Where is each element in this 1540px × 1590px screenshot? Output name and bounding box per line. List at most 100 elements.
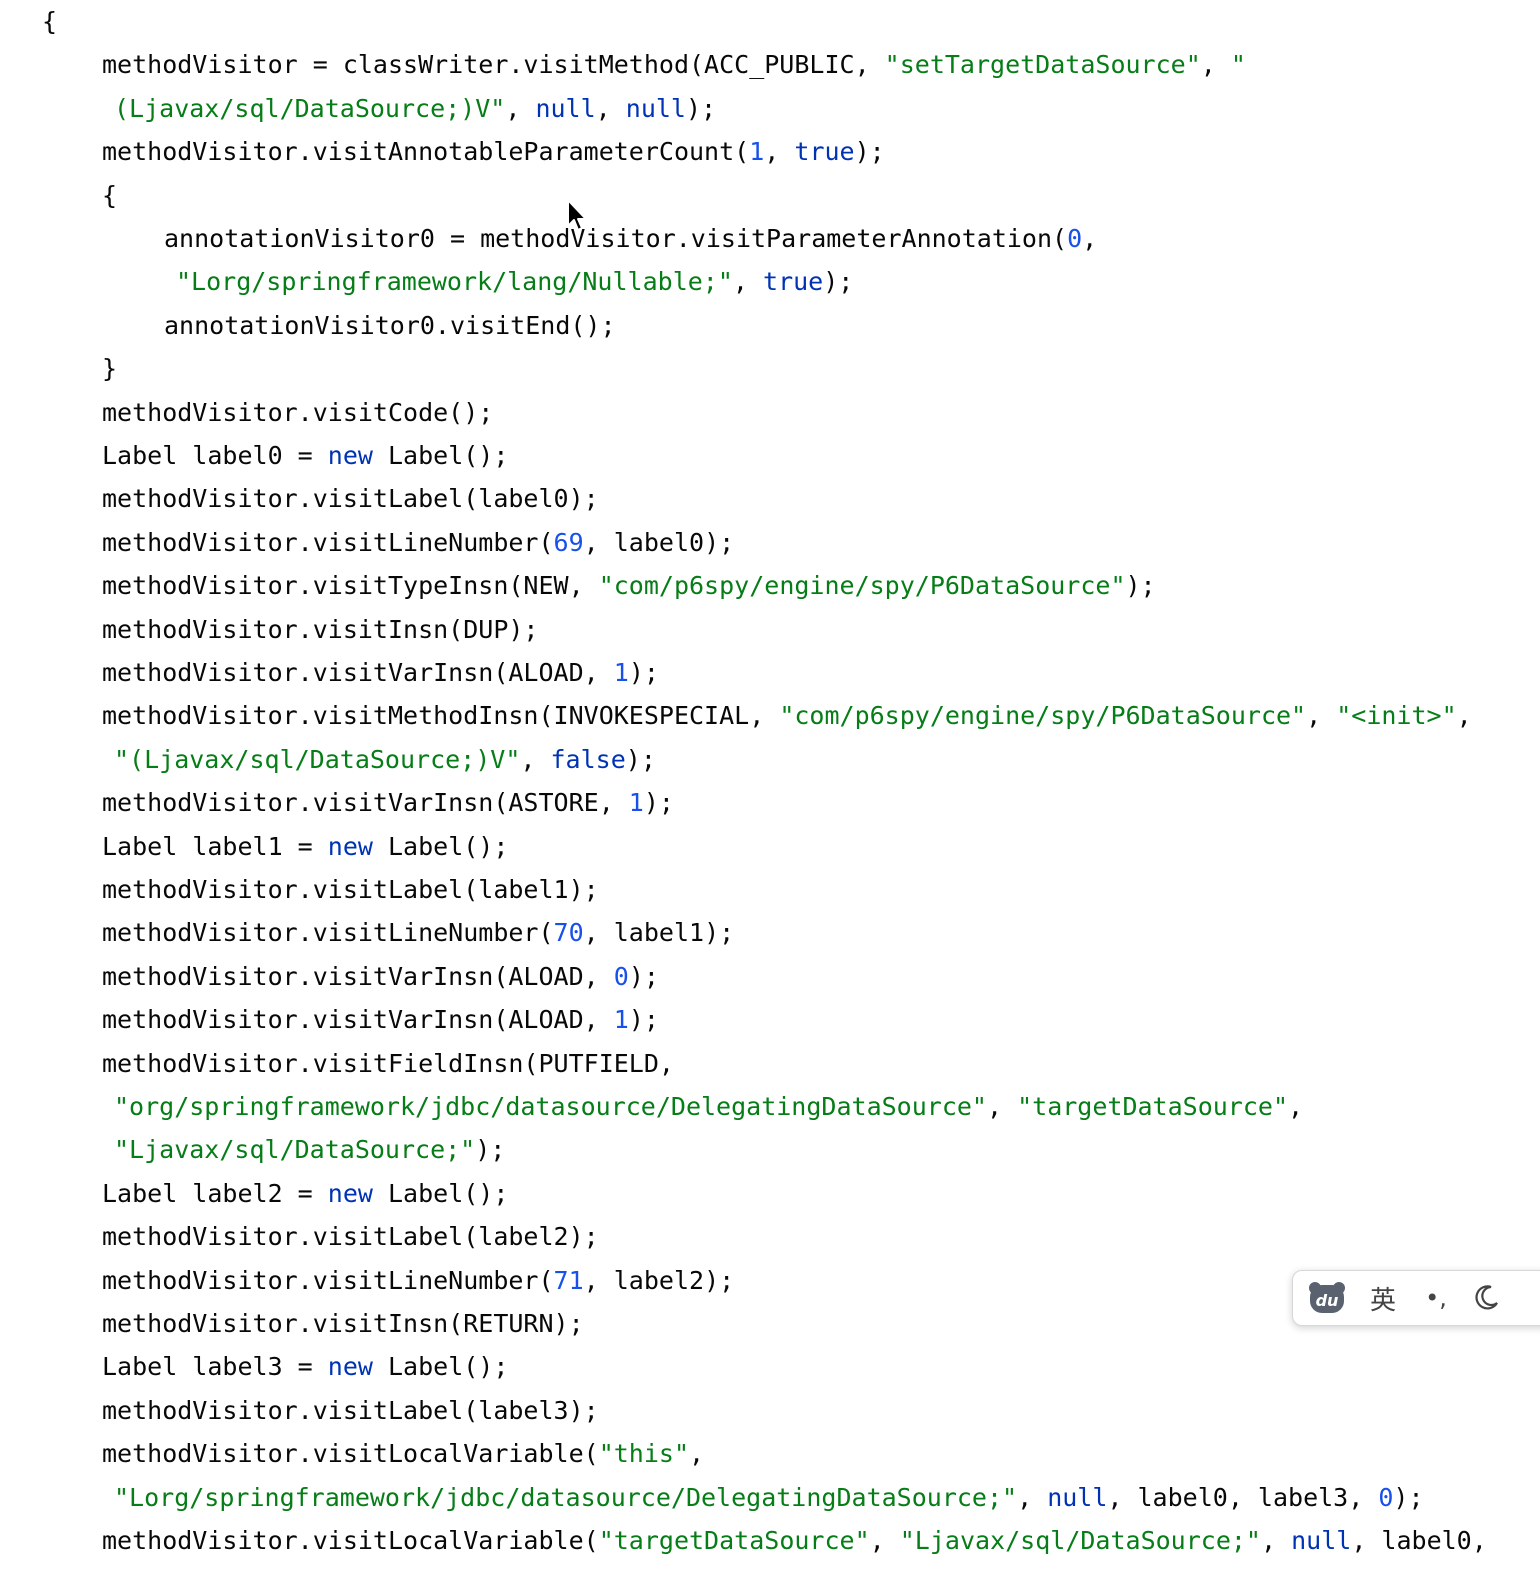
code-line[interactable]: { <box>102 174 117 217</box>
ime-language-toggle[interactable]: 英 <box>1365 1278 1401 1318</box>
code-line[interactable]: methodVisitor.visitLineNumber(71, label2… <box>102 1259 734 1302</box>
code-line[interactable]: methodVisitor.visitMethodInsn(INVOKESPEC… <box>102 694 1472 737</box>
code-token-keyword: null <box>535 93 596 123</box>
code-line[interactable]: "Lorg/springframework/lang/Nullable;", t… <box>176 260 853 303</box>
code-token-plain: , label0, <box>1351 1526 1487 1555</box>
code-line[interactable]: methodVisitor.visitVarInsn(ALOAD, 1); <box>102 651 659 694</box>
code-token-string: "Ljavax/sql/DataSource;" <box>114 1135 476 1165</box>
code-line[interactable]: methodVisitor.visitFieldInsn(PUTFIELD, <box>102 1042 674 1085</box>
code-token-plain: , <box>1260 1526 1292 1555</box>
code-token-string: "org/springframework/jdbc/datasource/Del… <box>114 1092 987 1121</box>
code-token-plain: annotationVisitor0 = methodVisitor.visit… <box>164 224 1068 253</box>
code-editor[interactable]: { methodVisitor = classWriter.visitMethod… <box>0 0 1540 1590</box>
code-token-number: 1 <box>749 137 765 167</box>
code-token-plain: Label(); <box>372 1352 509 1382</box>
code-line[interactable]: (Ljavax/sql/DataSource;)V", null, null); <box>114 87 716 130</box>
code-line[interactable]: Label label3 = new Label(); <box>102 1345 508 1388</box>
code-token-plain: , <box>1082 224 1098 253</box>
code-line[interactable]: methodVisitor.visitInsn(DUP); <box>102 608 539 651</box>
code-line[interactable]: methodVisitor.visitVarInsn(ALOAD, 0); <box>102 955 659 998</box>
code-token-plain: , <box>1456 701 1472 731</box>
code-line[interactable]: methodVisitor = classWriter.visitMethod(… <box>102 43 1246 86</box>
code-token-plain: methodVisitor.visitVarInsn(ALOAD, <box>102 1005 614 1035</box>
code-token-number: 69 <box>553 527 584 557</box>
code-line[interactable]: "(Ljavax/sql/DataSource;)V", false); <box>114 738 656 781</box>
code-line[interactable]: "org/springframework/jdbc/datasource/Del… <box>114 1085 1303 1128</box>
code-token-plain: , <box>764 137 795 167</box>
code-token-plain: , label0, label3, <box>1107 1482 1379 1512</box>
code-token-plain: Label(); <box>372 441 509 470</box>
code-token-keyword: true <box>763 267 824 297</box>
code-token-string: "Lorg/springframework/lang/Nullable;" <box>176 267 733 297</box>
code-token-plain: , <box>689 1439 705 1469</box>
code-token-number: 1 <box>613 658 629 687</box>
code-token-plain: ); <box>854 137 885 167</box>
code-line[interactable]: methodVisitor.visitLabel(label1); <box>102 868 599 911</box>
code-token-plain: , <box>1200 50 1231 80</box>
ime-logo-text: du <box>1316 1291 1339 1310</box>
code-line[interactable]: methodVisitor.visitAnnotableParameterCou… <box>102 130 885 173</box>
code-line[interactable]: methodVisitor.visitLineNumber(69, label0… <box>102 521 734 564</box>
code-token-plain: , <box>595 93 626 123</box>
code-token-keyword: new <box>327 1352 373 1382</box>
code-token-keyword: new <box>327 441 373 470</box>
code-token-plain: Label label0 = <box>102 441 328 470</box>
code-line[interactable]: methodVisitor.visitVarInsn(ALOAD, 1); <box>102 998 659 1041</box>
baidu-paw-icon: du <box>1309 1282 1345 1313</box>
code-line[interactable]: Label label2 = new Label(); <box>102 1172 508 1215</box>
ime-toolbar[interactable]: du 英 •, <box>1292 1270 1540 1326</box>
code-token-plain: methodVisitor.visitLocalVariable( <box>102 1526 599 1555</box>
code-line[interactable]: methodVisitor.visitLabel(label2); <box>102 1215 599 1258</box>
code-token-plain: , label2); <box>583 1265 735 1295</box>
code-token-plain: { <box>42 7 58 36</box>
code-token-string: "<init>" <box>1336 701 1457 731</box>
ime-theme-button[interactable] <box>1471 1278 1501 1318</box>
code-token-number: 0 <box>1067 224 1083 253</box>
code-token-number: 0 <box>613 961 629 991</box>
code-token-plain: } <box>102 354 118 384</box>
code-token-string: "this" <box>598 1439 690 1469</box>
code-line[interactable]: methodVisitor.visitLabel(label0); <box>102 477 599 520</box>
code-token-string: "setTargetDataSource" <box>884 50 1201 80</box>
code-line[interactable]: annotationVisitor0.visitEnd(); <box>164 304 616 347</box>
code-token-number: 70 <box>553 918 584 948</box>
code-token-plain: , <box>869 1526 900 1555</box>
code-token-string: " <box>1230 50 1246 80</box>
code-token-plain: , <box>505 93 536 123</box>
code-token-number: 1 <box>628 788 644 818</box>
code-line[interactable]: methodVisitor.visitLocalVariable("this", <box>102 1432 704 1475</box>
code-line[interactable]: methodVisitor.visitLabel(label3); <box>102 1389 599 1432</box>
code-token-plain: ); <box>625 744 656 774</box>
code-line[interactable]: "Ljavax/sql/DataSource;"); <box>114 1128 505 1171</box>
code-line[interactable]: { <box>42 0 57 43</box>
code-token-plain: Label label3 = <box>102 1352 328 1382</box>
code-line[interactable]: } <box>102 347 117 390</box>
code-line[interactable]: methodVisitor.visitLineNumber(70, label1… <box>102 911 734 954</box>
code-token-keyword: false <box>550 744 626 774</box>
code-token-plain: methodVisitor.visitLabel(label2); <box>102 1222 599 1252</box>
code-line[interactable]: methodVisitor.visitTypeInsn(NEW, "com/p6… <box>102 564 1156 607</box>
code-token-string: "targetDataSource" <box>598 1526 870 1555</box>
code-token-plain: methodVisitor.visitInsn(DUP); <box>102 614 539 644</box>
code-token-keyword: null <box>1047 1482 1108 1512</box>
code-line[interactable]: methodVisitor.visitCode(); <box>102 391 493 434</box>
code-token-keyword: null <box>1291 1526 1352 1555</box>
code-line[interactable]: methodVisitor.visitVarInsn(ASTORE, 1); <box>102 781 674 824</box>
code-line[interactable]: methodVisitor.visitLocalVariable("target… <box>102 1519 1487 1562</box>
code-token-plain: methodVisitor.visitVarInsn(ASTORE, <box>102 788 629 818</box>
code-line[interactable]: methodVisitor.visitInsn(RETURN); <box>102 1302 584 1345</box>
code-token-plain: { <box>102 180 118 210</box>
code-line[interactable]: "Lorg/springframework/jdbc/datasource/De… <box>114 1476 1424 1519</box>
code-token-plain: ); <box>643 788 674 818</box>
code-token-string: "Ljavax/sql/DataSource;" <box>899 1526 1261 1555</box>
code-token-string: "Lorg/springframework/jdbc/datasource/De… <box>114 1482 1018 1512</box>
code-line[interactable]: annotationVisitor0 = methodVisitor.visit… <box>164 217 1097 260</box>
code-token-keyword: new <box>327 1178 373 1208</box>
code-line[interactable]: Label label0 = new Label(); <box>102 434 508 477</box>
ime-logo-button[interactable]: du <box>1307 1278 1347 1318</box>
code-line[interactable]: Label label1 = new Label(); <box>102 825 508 868</box>
code-token-plain: ); <box>628 1005 659 1035</box>
ime-punctuation-toggle[interactable]: •, <box>1419 1278 1453 1318</box>
code-token-plain: methodVisitor.visitCode(); <box>102 397 494 427</box>
code-token-plain: , <box>732 267 764 297</box>
